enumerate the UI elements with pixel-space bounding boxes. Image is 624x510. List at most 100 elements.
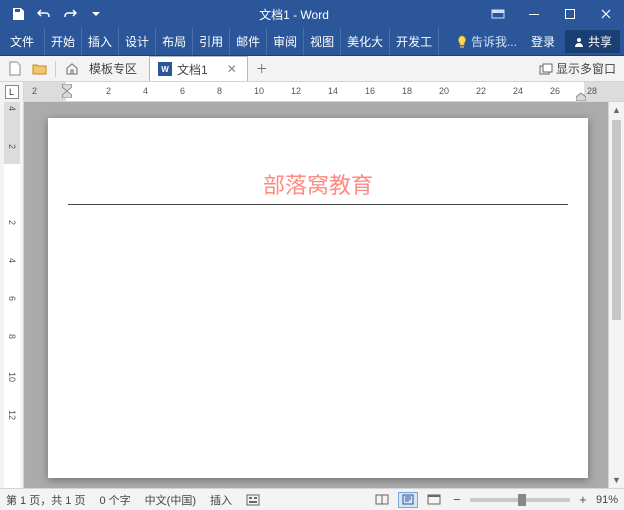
- tab-mailings[interactable]: 邮件: [230, 28, 267, 55]
- tab-selector[interactable]: L: [0, 82, 24, 102]
- status-language[interactable]: 中文(中国): [145, 492, 196, 508]
- tab-home[interactable]: 开始: [45, 28, 82, 55]
- scroll-down-button[interactable]: ▼: [609, 472, 624, 488]
- tab-layout[interactable]: 布局: [156, 28, 193, 55]
- zoom-out-button[interactable]: −: [450, 492, 464, 507]
- ruler-mark: 10: [254, 86, 264, 96]
- vruler-mark: 12: [7, 410, 17, 420]
- ruler-mark: 28: [587, 86, 597, 96]
- undo-button[interactable]: [32, 2, 56, 26]
- close-button[interactable]: [588, 0, 624, 28]
- status-word-count[interactable]: 0 个字: [99, 492, 130, 508]
- zoom-slider-handle[interactable]: [518, 494, 526, 506]
- ruler-mark: 2: [32, 86, 37, 96]
- ruler-mark: 26: [550, 86, 560, 96]
- window-controls: [480, 0, 624, 28]
- vruler-mark: 8: [7, 334, 17, 339]
- save-button[interactable]: [6, 2, 30, 26]
- save-icon: [11, 7, 25, 21]
- share-label: 共享: [588, 33, 612, 50]
- status-page[interactable]: 第 1 页，共 1 页: [6, 492, 85, 508]
- indent-marker[interactable]: [62, 84, 72, 98]
- vruler-mark: 6: [7, 296, 17, 301]
- document-tab-close[interactable]: ✕: [225, 62, 239, 76]
- zoom-level[interactable]: 91%: [596, 494, 618, 506]
- ruler-mark: 22: [476, 86, 486, 96]
- template-zone-label[interactable]: 模板专区: [85, 60, 141, 77]
- minimize-button[interactable]: [516, 0, 552, 28]
- tell-me-search[interactable]: 告诉我...: [452, 33, 521, 50]
- maximize-icon: [564, 8, 576, 20]
- share-icon: [573, 36, 585, 48]
- redo-button[interactable]: [58, 2, 82, 26]
- maximize-button[interactable]: [552, 0, 588, 28]
- quick-access-toolbar: [0, 2, 108, 26]
- ruler-mark: 20: [439, 86, 449, 96]
- ribbon-display-button[interactable]: [480, 0, 516, 28]
- nav-open-button[interactable]: [28, 59, 50, 79]
- document-tab-bar: 模板专区 W 文档1 ✕ ＋ 显示多窗口: [0, 56, 624, 82]
- nav-home-button[interactable]: [61, 59, 83, 79]
- scroll-thumb[interactable]: [612, 120, 621, 320]
- ruler-mark: 16: [365, 86, 375, 96]
- ruler-mark: 18: [402, 86, 412, 96]
- tab-developer[interactable]: 开发工: [390, 28, 439, 55]
- ruler-mark: 8: [217, 86, 222, 96]
- tab-file[interactable]: 文件: [0, 28, 45, 55]
- qat-customize-button[interactable]: [84, 2, 108, 26]
- home-icon: [65, 62, 79, 75]
- vruler-mark: 10: [7, 372, 17, 382]
- new-tab-button[interactable]: ＋: [252, 59, 272, 79]
- view-read-mode[interactable]: [372, 492, 392, 508]
- view-print-layout[interactable]: [398, 492, 418, 508]
- ruler-mark: 6: [180, 86, 185, 96]
- tab-beautify[interactable]: 美化大: [341, 28, 390, 55]
- chevron-down-icon: [92, 10, 100, 18]
- vertical-scrollbar[interactable]: ▲ ▼: [608, 102, 624, 488]
- vruler-mark: 2: [7, 144, 17, 149]
- tab-references[interactable]: 引用: [193, 28, 230, 55]
- document-tab[interactable]: W 文档1 ✕: [149, 56, 248, 81]
- page[interactable]: 部落窝教育: [48, 118, 588, 478]
- tab-design[interactable]: 设计: [119, 28, 156, 55]
- workspace: 4224681012 部落窝教育 ▲ ▼: [0, 102, 624, 488]
- nav-new-doc-button[interactable]: [4, 59, 26, 79]
- tab-insert[interactable]: 插入: [82, 28, 119, 55]
- folder-icon: [32, 63, 47, 75]
- minimize-icon: [528, 8, 540, 20]
- status-macro-button[interactable]: [246, 494, 260, 506]
- tab-review[interactable]: 审阅: [267, 28, 304, 55]
- read-mode-icon: [375, 494, 389, 505]
- word-doc-icon: W: [158, 62, 172, 76]
- page-header[interactable]: 部落窝教育: [68, 168, 568, 205]
- document-tab-name: 文档1: [177, 61, 208, 78]
- window-title: 文档1 - Word: [108, 6, 480, 23]
- zoom-in-button[interactable]: +: [576, 492, 590, 507]
- ruler-mark: 2: [106, 86, 111, 96]
- document-icon: [9, 61, 22, 76]
- right-indent-marker[interactable]: [576, 90, 586, 102]
- macro-icon: [246, 494, 260, 506]
- ruler-mark: 24: [513, 86, 523, 96]
- print-layout-icon: [401, 494, 415, 505]
- ribbon-tabs: 文件 开始 插入 设计 布局 引用 邮件 审阅 视图 美化大 开发工 告诉我..…: [0, 28, 624, 56]
- horizontal-ruler[interactable]: 2246810121416182022242628: [24, 82, 624, 102]
- share-button[interactable]: 共享: [565, 30, 620, 53]
- scroll-up-button[interactable]: ▲: [609, 102, 624, 118]
- multi-window-button[interactable]: 显示多窗口: [539, 60, 616, 77]
- ruler-mark: 4: [143, 86, 148, 96]
- close-icon: [600, 8, 612, 20]
- status-insert-mode[interactable]: 插入: [210, 492, 232, 508]
- zoom-slider[interactable]: [470, 498, 570, 502]
- view-web-layout[interactable]: [424, 492, 444, 508]
- title-bar: 文档1 - Word: [0, 0, 624, 28]
- ruler-mark: 14: [328, 86, 338, 96]
- vruler-mark: 4: [7, 106, 17, 111]
- tab-view[interactable]: 视图: [304, 28, 341, 55]
- redo-icon: [63, 7, 77, 21]
- login-button[interactable]: 登录: [525, 33, 561, 50]
- multi-window-icon: [539, 63, 553, 75]
- document-canvas[interactable]: 部落窝教育: [24, 102, 608, 488]
- vertical-ruler[interactable]: 4224681012: [0, 102, 24, 488]
- ribbon-options-icon: [491, 9, 505, 19]
